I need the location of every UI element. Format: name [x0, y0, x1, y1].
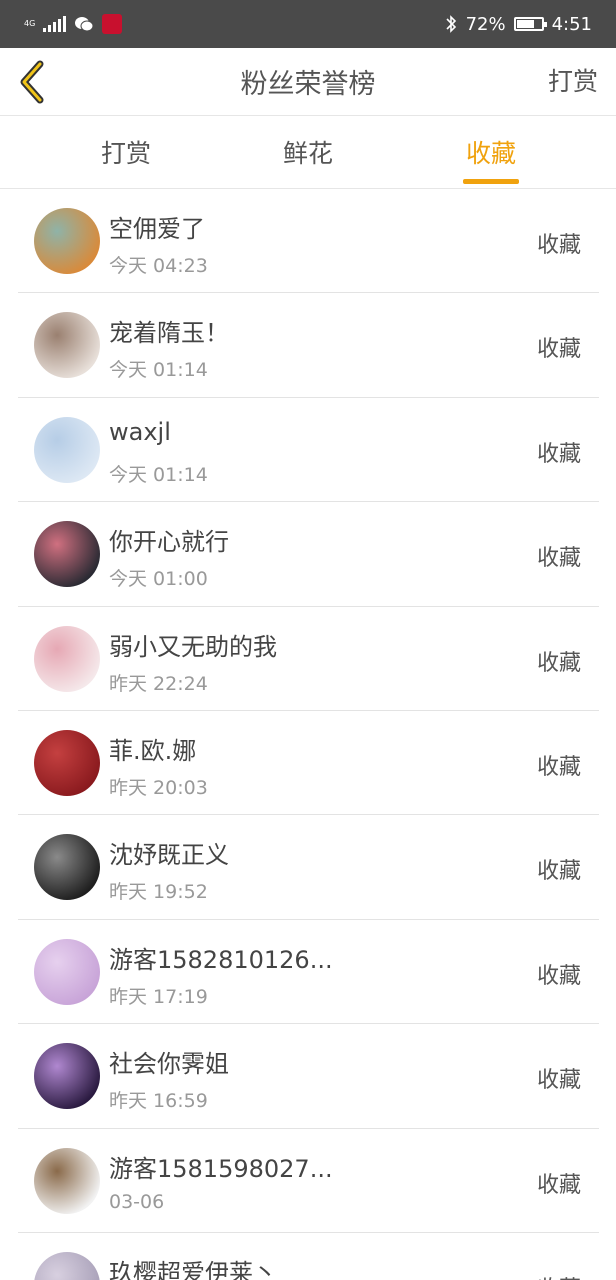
timestamp: 昨天 19:52 [109, 881, 208, 904]
user-name: 沈妤既正义 [109, 841, 229, 870]
timestamp: 昨天 20:03 [109, 776, 208, 799]
list-item[interactable]: 弱小又无助的我昨天 22:24 收藏 [18, 607, 599, 711]
page-title: 粉丝荣誉榜 [240, 69, 376, 100]
avatar[interactable] [34, 729, 100, 796]
signal-icon [43, 16, 67, 32]
avatar[interactable] [34, 521, 100, 588]
timestamp: 昨天 16:59 [109, 1090, 208, 1113]
avatar[interactable] [34, 625, 100, 692]
network-type: 4G [24, 19, 36, 28]
action-label: 收藏 [536, 859, 581, 885]
action-label: 收藏 [536, 546, 581, 572]
action-label: 收藏 [536, 1068, 581, 1094]
list-item[interactable]: waxjl 今天 01:14 收藏 [18, 398, 599, 503]
action-label: 收藏 [537, 1271, 581, 1280]
avatar[interactable] [34, 1251, 100, 1280]
user-name: 空佣爱了 [109, 215, 205, 243]
list-item[interactable]: 空佣爱了今天 04:23 收藏 [18, 189, 599, 294]
timestamp: 今天 01:00 [109, 568, 208, 591]
user-name: 弱小又无助的我 [109, 632, 277, 661]
user-name: 菲.欧.娜 [109, 736, 197, 765]
timestamp: 今天 04:23 [109, 255, 208, 277]
action-label: 收藏 [536, 441, 581, 467]
action-label: 收藏 [536, 233, 581, 258]
bluetooth-icon [445, 15, 456, 33]
timestamp: 今天 01:14 [109, 359, 208, 382]
wechat-icon [75, 17, 94, 32]
header: 粉丝荣誉榜 打赏 [0, 48, 616, 116]
status-bar-left: 4G [24, 12, 123, 36]
avatar[interactable] [34, 834, 100, 901]
tab-bar: 打赏 鲜花 收藏 [0, 116, 616, 189]
timestamp: 今天 01:14 [109, 463, 208, 486]
reward-button[interactable]: 打赏 [548, 62, 598, 98]
avatar[interactable] [34, 938, 100, 1005]
tab-active-indicator [463, 179, 519, 184]
action-label: 收藏 [536, 650, 581, 676]
action-label: 收藏 [536, 337, 581, 363]
list-item[interactable]: 沈妤既正义昨天 19:52 收藏 [18, 815, 599, 920]
list-item[interactable]: 社会你霁姐昨天 16:59 收藏 [18, 1024, 599, 1129]
action-label: 收藏 [536, 1172, 581, 1198]
list-item[interactable]: 玖樱超爱伊莱丶收藏 [18, 1233, 599, 1280]
avatar[interactable] [34, 1147, 100, 1214]
list-item[interactable]: 菲.欧.娜昨天 20:03 收藏 [18, 711, 599, 816]
timestamp: 昨天 17:19 [109, 985, 208, 1008]
action-label: 收藏 [536, 963, 581, 989]
list-item[interactable]: 游客1581598027... 03-06 收藏 [18, 1129, 599, 1233]
list-item[interactable]: 宠着隋玉！ 今天 01:14 收藏 [18, 293, 599, 398]
user-name: 玖樱超爱伊莱丶 [109, 1258, 277, 1280]
fan-list: 空佣爱了 今天 04:23 收藏 宠着隋玉！ 今天 01:14 收藏 waxjl 今天 01:… [0, 189, 616, 1280]
avatar[interactable] [34, 416, 100, 483]
clock: 4:51 [551, 13, 592, 35]
status-bar-right: 72% 4:51 [444, 12, 592, 36]
huawei-icon [102, 14, 123, 34]
user-name: 社会你霁姐 [109, 1050, 229, 1079]
tab-favorites[interactable]: 收藏 [431, 134, 551, 170]
user-name: 你开心就行 [109, 528, 229, 557]
status-bar: 4G 72% 4:51 [0, 0, 616, 48]
user-name: waxjl [109, 417, 171, 446]
user-name: 游客1582810126... [109, 945, 333, 974]
avatar[interactable] [34, 312, 100, 379]
user-name: 游客1581598027... [109, 1154, 333, 1183]
action-label: 收藏 [536, 754, 581, 780]
user-name: 宠着隋玉！ [109, 319, 229, 348]
avatar[interactable] [34, 208, 100, 274]
list-item[interactable]: 游客1582810126... 昨天 17:19 收藏 [18, 920, 599, 1025]
timestamp: 03-06 [109, 1190, 165, 1213]
battery-icon [513, 17, 547, 31]
timestamp: 昨天 22:24 [109, 672, 208, 695]
tab-reward[interactable]: 打赏 [66, 134, 186, 170]
list-item[interactable]: 你开心就行今天 01:00 收藏 [18, 502, 599, 607]
battery-percent: 72% [465, 13, 506, 35]
avatar[interactable] [34, 1043, 100, 1110]
tab-flowers[interactable]: 鲜花 [248, 134, 368, 170]
